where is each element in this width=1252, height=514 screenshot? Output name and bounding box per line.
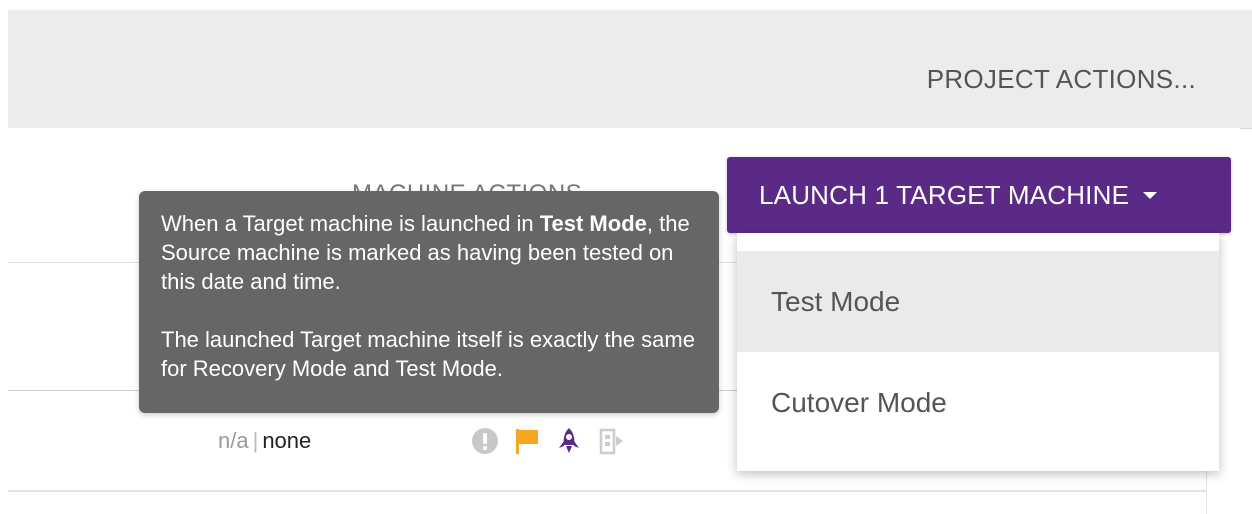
tooltip-paragraph-2: The launched Target machine itself is ex… (161, 327, 695, 381)
caret-down-icon (1143, 191, 1158, 199)
door-exit-icon[interactable] (596, 426, 626, 456)
row-status-icons (470, 426, 626, 456)
status-cell: n/a | none (218, 428, 311, 454)
row-divider-bottom (8, 490, 1206, 492)
tooltip-bold-test-mode: Test Mode (539, 211, 647, 236)
status-separator: | (252, 428, 259, 453)
project-actions-menu[interactable]: PROJECT ACTIONS... (927, 64, 1196, 95)
alert-icon[interactable] (470, 426, 500, 456)
launch-mode-dropdown: Test Mode Cutover Mode (737, 233, 1219, 471)
top-header-bar: PROJECT ACTIONS... (8, 10, 1252, 129)
launch-target-machine-button[interactable]: LAUNCH 1 TARGET MACHINE (727, 157, 1231, 233)
flag-icon[interactable] (512, 426, 542, 456)
dropdown-item-test-mode[interactable]: Test Mode (737, 251, 1219, 352)
test-mode-tooltip: When a Target machine is launched in Tes… (139, 191, 719, 413)
status-na: n/a (218, 428, 249, 453)
rocket-icon[interactable] (554, 426, 584, 456)
status-value: none (262, 428, 312, 453)
page: PROJECT ACTIONS... MACHINE ACTIONS n/a|n… (0, 0, 1252, 514)
tooltip-text-1: When a Target machine is launched in (161, 211, 540, 236)
dropdown-item-cutover-mode[interactable]: Cutover Mode (737, 352, 1219, 453)
tooltip-paragraph-1: When a Target machine is launched in Tes… (161, 209, 697, 296)
launch-button-label: LAUNCH 1 TARGET MACHINE (759, 179, 1130, 210)
